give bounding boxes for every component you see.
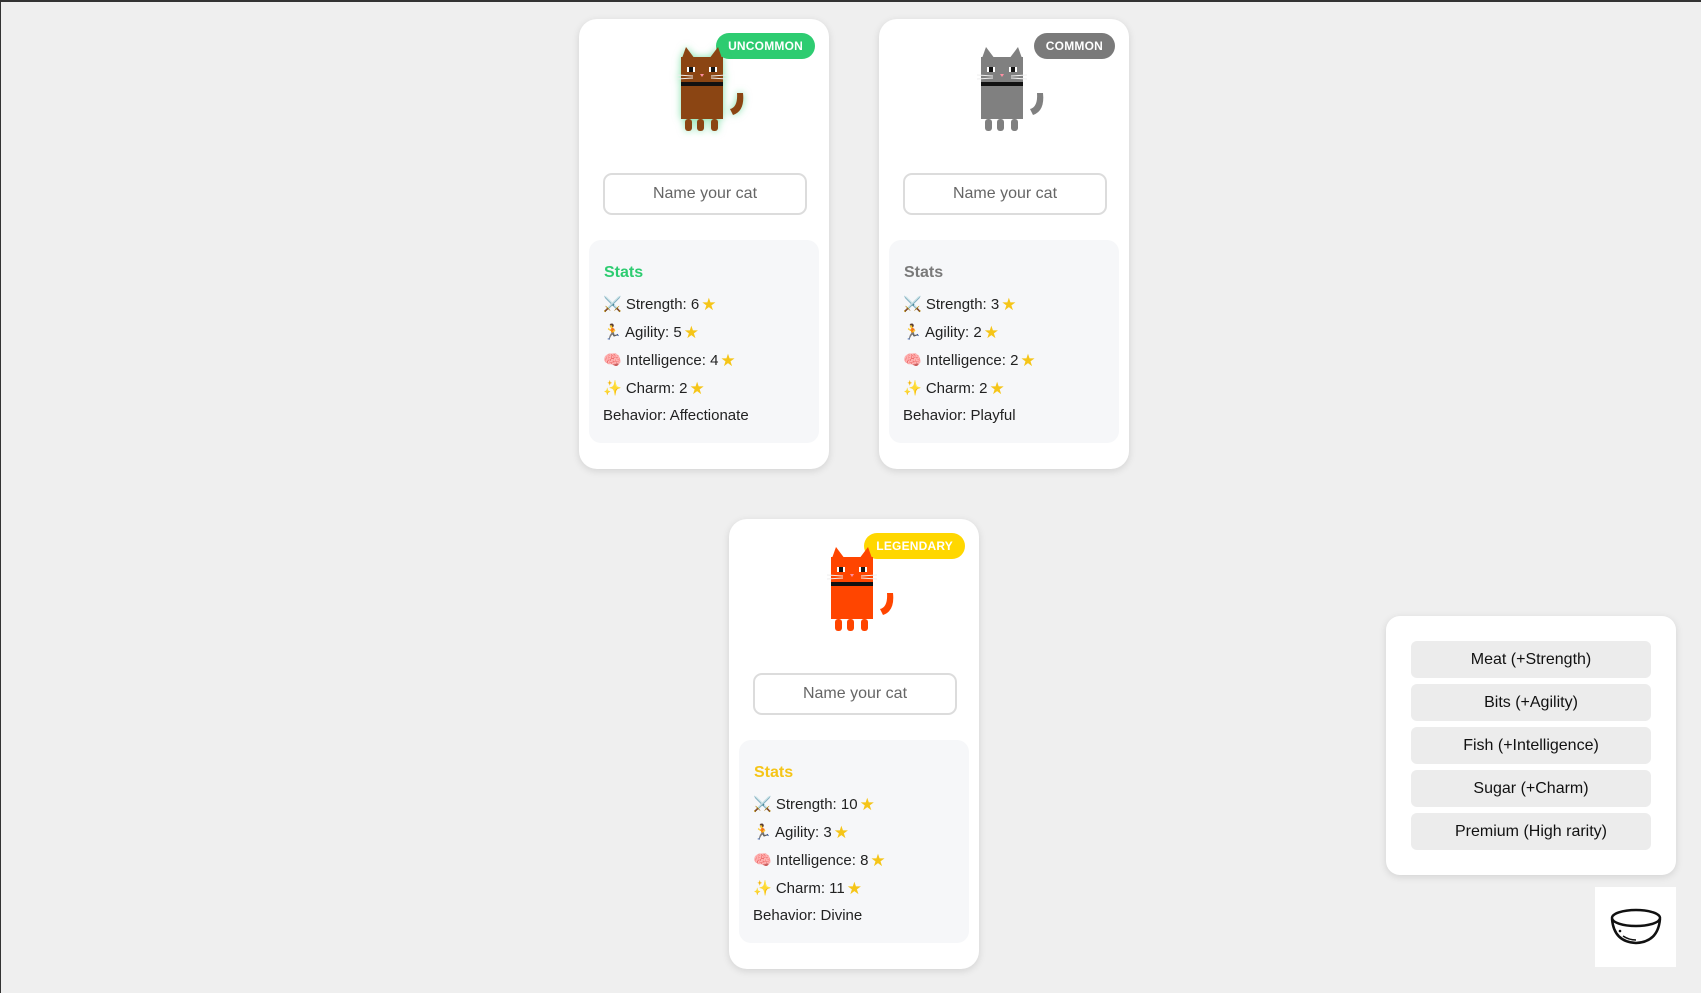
star-icon: ★ [1001, 295, 1017, 314]
stat-strength-text: ⚔️ Strength: 6 [603, 296, 700, 313]
cat-card-uncommon: UNCOMMON Stats ⚔️ Strength: 6★ 🏃 Agility… [579, 19, 829, 469]
cat-name-input[interactable] [603, 173, 807, 215]
star-icon: ★ [1020, 351, 1036, 370]
stat-intelligence-text: 🧠 Intelligence: 2 [903, 352, 1019, 369]
behavior-text: Behavior: Playful [903, 407, 1016, 424]
cat-sprite[interactable] [673, 45, 749, 135]
stat-charm: ✨ Charm: 11 ★ [753, 875, 955, 903]
stat-agility-text: 🏃 Agility: 2 [903, 324, 982, 341]
food-menu: Meat (+Strength) Bits (+Agility) Fish (+… [1386, 616, 1676, 875]
star-icon: ★ [683, 323, 699, 342]
stat-intelligence: 🧠 Intelligence: 2 ★ [903, 347, 1105, 375]
star-icon: ★ [870, 851, 886, 870]
stat-agility: 🏃 Agility: 3 ★ [753, 819, 955, 847]
star-icon: ★ [701, 295, 717, 314]
stat-strength: ⚔️ Strength: 10 ★ [753, 791, 955, 819]
stat-charm-text: ✨ Charm: 2 [603, 380, 688, 397]
star-icon: ★ [989, 379, 1005, 398]
stat-agility: 🏃 Agility: 2 ★ [903, 319, 1105, 347]
cat-name-input[interactable] [903, 173, 1107, 215]
star-icon: ★ [846, 879, 863, 898]
food-fish-button[interactable]: Fish (+Intelligence) [1411, 727, 1651, 764]
stat-strength-text: ⚔️ Strength: 3 [903, 296, 1000, 313]
star-icon: ★ [859, 795, 875, 814]
cat-card-common: COMMON Stats ⚔️ Strength: 3★ 🏃 Agility: … [879, 19, 1129, 469]
food-sugar-button[interactable]: Sugar (+Charm) [1411, 770, 1651, 807]
food-bits-button[interactable]: Bits (+Agility) [1411, 684, 1651, 721]
star-icon: ★ [983, 323, 999, 342]
cat-sprite[interactable] [973, 45, 1049, 135]
cat-name-input[interactable] [753, 673, 957, 715]
stat-charm: ✨ Charm: 2 ★ [603, 375, 805, 403]
stat-charm-text: ✨ Charm: 11 [753, 880, 845, 897]
bowl-icon [1610, 908, 1661, 945]
stats-panel: Stats ⚔️ Strength: 6 ★ 🏃 Agility: 5 ★ 🧠 In… [589, 240, 819, 443]
stat-charm-text: ✨ Charm: 2 [903, 380, 988, 397]
cat-sprite[interactable] [823, 545, 899, 635]
stats-panel: Stats ⚔️ Strength: 10 ★ 🏃 Agility: 3 ★ 🧠 I… [739, 740, 969, 943]
stat-intelligence-text: 🧠 Intelligence: 4 [603, 352, 719, 369]
food-bowl-button[interactable] [1595, 887, 1676, 967]
star-icon: ★ [689, 379, 705, 398]
star-icon: ★ [833, 823, 849, 842]
stats-title: Stats [604, 264, 644, 281]
stat-strength-text: ⚔️ Strength: 10 [753, 796, 858, 813]
cat-card-legendary: LEGENDARY Stats ⚔️ Strength: 10★ 🏃 Agili… [729, 519, 979, 969]
stat-agility-text: 🏃 Agility: 5 [603, 324, 682, 341]
stats-title: Stats [754, 764, 794, 781]
food-premium-button[interactable]: Premium (High rarity) [1411, 813, 1651, 850]
stats-title: Stats [904, 264, 944, 281]
stat-charm: ✨ Charm: 2 ★ [903, 375, 1105, 403]
stat-intelligence-text: 🧠 Intelligence: 8 [753, 852, 869, 869]
stat-intelligence: 🧠 Intelligence: 4 ★ [603, 347, 805, 375]
behavior-text: Behavior: Affectionate [603, 407, 749, 424]
stat-strength: ⚔️ Strength: 6 ★ [603, 291, 805, 319]
star-icon: ★ [720, 351, 736, 370]
stats-panel: Stats ⚔️ Strength: 3 ★ 🏃 Agility: 2 ★ 🧠 In… [889, 240, 1119, 443]
stat-agility-text: 🏃 Agility: 3 [753, 824, 832, 841]
food-meat-button[interactable]: Meat (+Strength) [1411, 641, 1651, 678]
stat-strength: ⚔️ Strength: 3 ★ [903, 291, 1105, 319]
behavior-text: Behavior: Divine [753, 907, 863, 924]
stat-agility: 🏃 Agility: 5 ★ [603, 319, 805, 347]
stat-intelligence: 🧠 Intelligence: 8 ★ [753, 847, 955, 875]
